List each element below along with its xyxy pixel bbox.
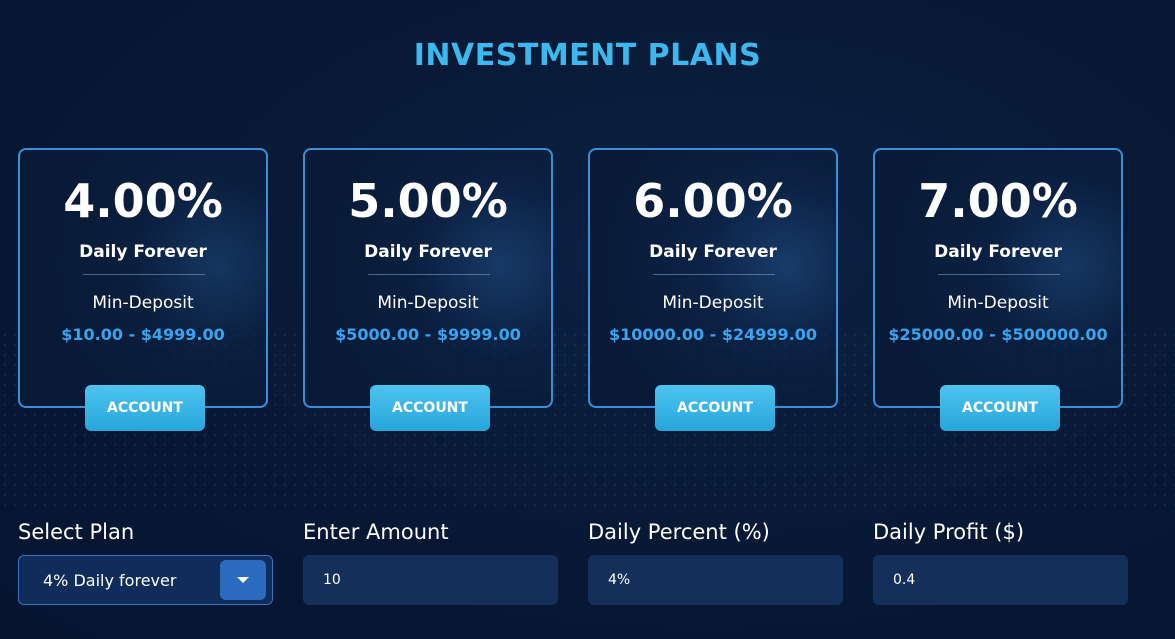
- plan-divider: [653, 274, 775, 275]
- chevron-down-icon[interactable]: [220, 560, 266, 600]
- plan-frequency: Daily Forever: [79, 242, 207, 262]
- plan-percent: 5.00%: [348, 174, 508, 228]
- select-plan-dropdown[interactable]: 4% Daily forever: [18, 555, 273, 605]
- plan-divider: [368, 274, 490, 275]
- select-plan-value: 4% Daily forever: [43, 571, 177, 590]
- plan-frequency: Daily Forever: [649, 242, 777, 262]
- account-button-plan-3[interactable]: ACCOUNT: [655, 385, 775, 431]
- page-title: INVESTMENT PLANS: [413, 38, 762, 73]
- plan-min-deposit-label: Min-Deposit: [92, 293, 194, 313]
- plan-percent: 6.00%: [633, 174, 793, 228]
- enter-amount-label: Enter Amount: [303, 520, 449, 544]
- plan-divider: [83, 274, 205, 275]
- plan-min-deposit-label: Min-Deposit: [377, 293, 479, 313]
- account-button-plan-4[interactable]: ACCOUNT: [940, 385, 1060, 431]
- daily-percent-label: Daily Percent (%): [588, 520, 770, 544]
- account-button-plan-2[interactable]: ACCOUNT: [370, 385, 490, 431]
- plan-deposit-range: $5000.00 - $9999.00: [335, 325, 521, 344]
- daily-percent-field: 4%: [588, 555, 843, 605]
- plan-deposit-range: $25000.00 - $500000.00: [888, 325, 1108, 344]
- daily-profit-label: Daily Profit ($): [873, 520, 1025, 544]
- plan-frequency: Daily Forever: [934, 242, 1062, 262]
- plan-min-deposit-label: Min-Deposit: [947, 293, 1049, 313]
- amount-input[interactable]: 10: [303, 555, 558, 605]
- plan-percent: 7.00%: [918, 174, 1078, 228]
- select-plan-label: Select Plan: [18, 520, 135, 544]
- plan-card-1: 4.00% Daily Forever Min-Deposit $10.00 -…: [18, 148, 268, 431]
- plan-divider: [938, 274, 1060, 275]
- account-button-plan-1[interactable]: ACCOUNT: [85, 385, 205, 431]
- plan-deposit-range: $10.00 - $4999.00: [61, 325, 225, 344]
- plan-frequency: Daily Forever: [364, 242, 492, 262]
- plan-card-2: 5.00% Daily Forever Min-Deposit $5000.00…: [303, 148, 553, 431]
- plan-min-deposit-label: Min-Deposit: [662, 293, 764, 313]
- plan-card-3: 6.00% Daily Forever Min-Deposit $10000.0…: [588, 148, 838, 431]
- plan-percent: 4.00%: [63, 174, 223, 228]
- plan-card-4: 7.00% Daily Forever Min-Deposit $25000.0…: [873, 148, 1123, 431]
- plan-deposit-range: $10000.00 - $24999.00: [608, 325, 818, 344]
- daily-profit-field: 0.4: [873, 555, 1128, 605]
